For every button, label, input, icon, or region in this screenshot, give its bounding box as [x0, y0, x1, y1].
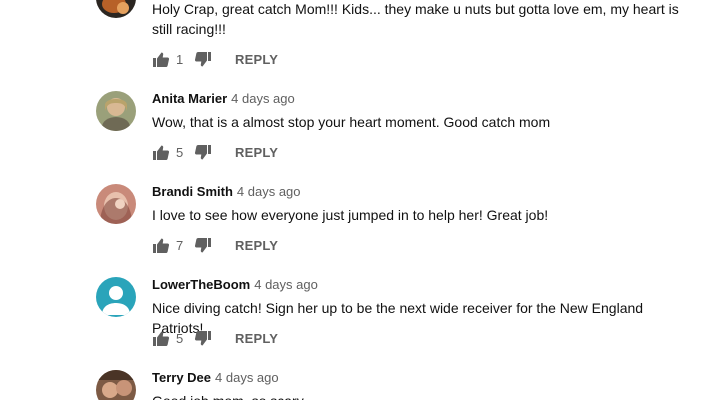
comment-header: Brandi Smith 4 days ago	[152, 183, 301, 201]
thumbs-up-icon[interactable]	[152, 329, 170, 347]
comment-timestamp[interactable]: 4 days ago	[231, 91, 295, 106]
comment-actions: 7 REPLY	[152, 235, 278, 255]
thumbs-down-icon[interactable]	[194, 50, 212, 68]
avatar[interactable]	[96, 184, 136, 224]
like-count: 1	[176, 51, 184, 67]
reply-button[interactable]: REPLY	[235, 238, 278, 253]
thumbs-up-icon[interactable]	[152, 143, 170, 161]
author-name[interactable]: LowerTheBoom	[152, 277, 250, 292]
reply-button[interactable]: REPLY	[235, 331, 278, 346]
avatar[interactable]	[96, 91, 136, 131]
user-photo-avatar	[96, 370, 136, 400]
thumbs-down-icon[interactable]	[194, 143, 212, 161]
comment-text: Wow, that is a almost stop your heart mo…	[152, 114, 551, 130]
comment-text: Holy Crap, great catch Mom!!! Kids... th…	[152, 1, 679, 37]
author-name[interactable]: Terry Dee	[152, 370, 211, 385]
comment-header: LowerTheBoom 4 days ago	[152, 276, 318, 294]
reply-button[interactable]: REPLY	[235, 52, 278, 67]
comment-text: Good job mom, so scary	[152, 391, 697, 400]
comment-actions: 5 REPLY	[152, 142, 278, 162]
comment-text: I love to see how everyone just jumped i…	[152, 207, 549, 223]
thumbs-up-icon[interactable]	[152, 236, 170, 254]
default-user-avatar	[96, 277, 136, 317]
comment-actions: 1 REPLY	[152, 49, 278, 69]
thumbs-down-icon[interactable]	[194, 329, 212, 347]
comment-timestamp[interactable]: 4 days ago	[254, 277, 318, 292]
avatar[interactable]	[96, 370, 136, 400]
thumbs-down-icon[interactable]	[194, 236, 212, 254]
user-photo-avatar	[96, 91, 136, 131]
comment-header: Terry Dee 4 days ago	[152, 369, 279, 387]
reply-button[interactable]: REPLY	[235, 145, 278, 160]
comment-timestamp[interactable]: 4 days ago	[237, 184, 301, 199]
author-name[interactable]: Anita Marier	[152, 91, 227, 106]
comments-section: Holy Crap, great catch Mom!!! Kids... th…	[0, 0, 725, 400]
like-count: 5	[176, 144, 184, 160]
comment-header: Anita Marier 4 days ago	[152, 90, 295, 108]
avatar[interactable]	[96, 277, 136, 317]
author-name[interactable]: Brandi Smith	[152, 184, 233, 199]
avatar[interactable]	[96, 0, 136, 18]
comment-actions: 5 REPLY	[152, 328, 278, 348]
thumbs-up-icon[interactable]	[152, 50, 170, 68]
comment-timestamp[interactable]: 4 days ago	[215, 370, 279, 385]
user-photo-avatar	[96, 184, 136, 224]
user-photo-avatar	[96, 0, 136, 18]
like-count: 7	[176, 237, 184, 253]
like-count: 5	[176, 330, 184, 346]
